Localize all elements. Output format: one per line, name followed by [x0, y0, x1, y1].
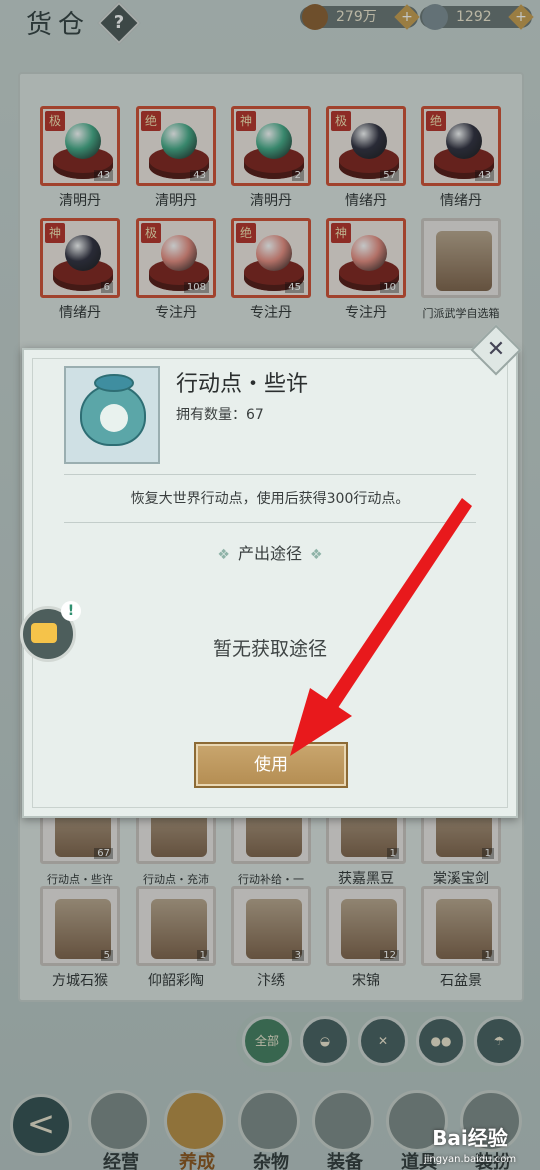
item-owned: 拥有数量：67	[176, 404, 264, 424]
source-empty-text: 暂无获取途径	[212, 638, 327, 660]
owned-value: 67	[246, 407, 264, 423]
close-icon: ✕	[486, 337, 506, 362]
item-title: 行动点・些许	[176, 372, 309, 397]
chat-icon	[31, 623, 57, 643]
divider	[64, 522, 476, 523]
item-icon-frame	[64, 366, 160, 464]
source-header: ❖ 产出途径 ❖	[24, 540, 516, 564]
source-title: 产出途径	[237, 544, 302, 563]
bag-knot	[94, 374, 134, 392]
diamond-icon: ❖	[310, 547, 323, 563]
use-button[interactable]: 使用	[194, 742, 348, 788]
item-description: 恢复大世界行动点，使用后获得300行动点。	[130, 491, 410, 507]
diamond-icon: ❖	[217, 547, 230, 563]
chat-alert-badge: !	[61, 601, 81, 621]
bag-emblem	[100, 404, 128, 432]
watermark-url: jingyan.baidu.com	[423, 1154, 517, 1165]
watermark: Bai经验 jingyan.baidu.com	[400, 1122, 540, 1170]
watermark-brand: Bai经验	[432, 1126, 508, 1150]
chat-button[interactable]: !	[20, 601, 81, 662]
owned-label: 拥有数量：	[176, 407, 246, 423]
item-detail-modal: 行动点・些许 拥有数量：67 恢复大世界行动点，使用后获得300行动点。 ❖ 产出…	[22, 348, 518, 818]
divider	[64, 474, 476, 475]
